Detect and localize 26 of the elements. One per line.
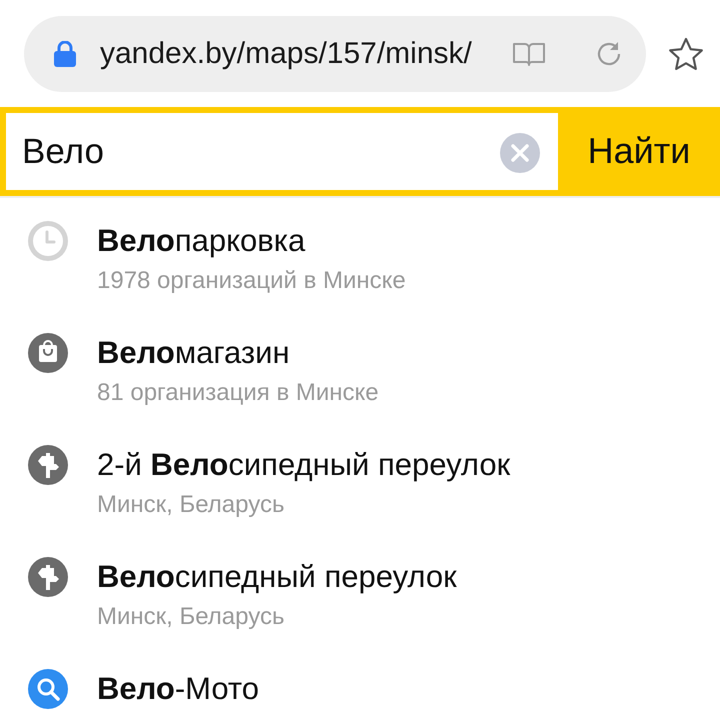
suggestion-subtitle: 1978 организаций в Минске [97,266,406,296]
suggestion-item[interactable]: 2-й Велосипедный переулок Минск, Беларусь [0,428,720,540]
search-icon [28,669,68,709]
suggestion-item[interactable]: Веломагазин 81 организация в Минске [0,316,720,428]
suggestion-subtitle: 81 организация в Минске [97,378,379,408]
suggestion-title: Велопарковка [97,223,306,259]
lock-icon [54,40,76,66]
book-icon[interactable] [512,40,546,66]
url-text: yandex.by/maps/157/minsk/ [100,36,473,72]
suggestion-item[interactable]: Вело-Мото [0,652,720,717]
search-field[interactable]: Вело [6,113,558,190]
clock-icon [28,221,68,261]
address-bar[interactable]: yandex.by/maps/157/minsk/ [24,16,646,92]
star-icon[interactable] [668,36,704,70]
suggestion-title: Вело-Мото [97,671,260,707]
suggestion-item[interactable]: Велосипедный переулок Минск, Беларусь [0,540,720,652]
signpost-icon [28,445,68,485]
suggestion-subtitle: Минск, Беларусь [97,602,286,632]
suggestion-title: Веломагазин [97,335,291,371]
signpost-icon [28,557,68,597]
shopping-bag-icon [28,333,68,373]
clear-icon[interactable] [500,133,540,173]
suggestion-title: 2-й Велосипедный переулок [97,447,510,483]
suggestion-subtitle: Минск, Беларусь [97,490,286,520]
suggestion-title: Велосипедный переулок [97,559,457,595]
suggestion-item[interactable]: Велопарковка 1978 организаций в Минске [0,204,720,316]
